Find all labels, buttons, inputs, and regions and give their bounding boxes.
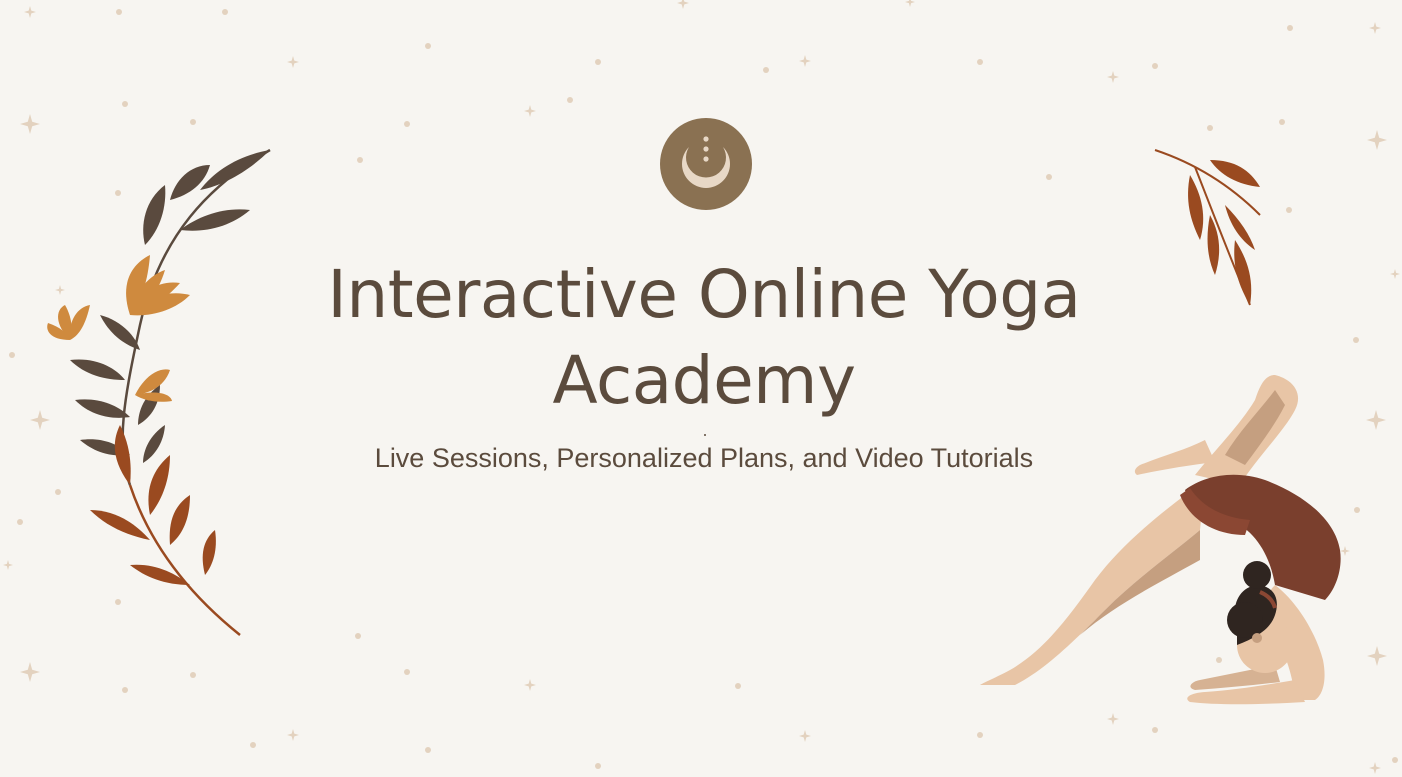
sparkle-dot: [1046, 174, 1052, 180]
sparkle-star: [287, 729, 299, 741]
sparkle-star: [524, 105, 536, 117]
sparkle-star: [20, 114, 40, 134]
sparkle-star: [1366, 410, 1386, 430]
sparkle-star: [905, 0, 915, 7]
sparkle-dot: [977, 59, 983, 65]
slide-canvas: Interactive Online Yoga Academy Live Ses…: [0, 0, 1402, 777]
sparkle-dot: [1279, 119, 1285, 125]
floral-branch-icon: [47, 148, 271, 636]
sparkle-star: [1367, 130, 1387, 150]
sparkle-dot: [763, 67, 769, 73]
sparkle-star: [20, 662, 40, 682]
sparkle-dot: [1207, 125, 1213, 131]
sparkle-star: [799, 730, 811, 742]
sparkle-dot: [116, 9, 122, 15]
sparkle-dot: [1286, 207, 1292, 213]
sparkle-dot: [1392, 757, 1398, 763]
sparkle-star: [287, 56, 299, 68]
sparkle-star: [3, 560, 13, 570]
sparkle-dot: [355, 633, 361, 639]
sparkle-dot: [17, 519, 23, 525]
sparkle-dot: [222, 9, 228, 15]
sparkle-star: [799, 55, 811, 67]
sparkle-dot: [1152, 727, 1158, 733]
moon-logo-icon: [660, 118, 752, 210]
sparkle-dot: [595, 59, 601, 65]
sparkle-star: [1367, 646, 1387, 666]
sparkle-star: [24, 6, 36, 18]
sparkle-dot: [357, 157, 363, 163]
sparkle-dot: [404, 121, 410, 127]
sparkle-dot: [425, 747, 431, 753]
sparkle-dot: [1287, 25, 1293, 31]
sparkle-dot: [977, 732, 983, 738]
sparkle-dot: [250, 742, 256, 748]
sparkle-dot: [122, 101, 128, 107]
sparkle-star: [1369, 22, 1381, 34]
sparkle-star: [677, 0, 689, 9]
sparkle-dot: [404, 669, 410, 675]
yoga-pose-illustration: [980, 375, 1341, 705]
separator-dot: [704, 434, 706, 436]
leaf-branch-icon: [1154, 149, 1261, 306]
sparkle-dot: [425, 43, 431, 49]
sparkle-star: [524, 679, 536, 691]
sparkle-dot: [190, 119, 196, 125]
sparkle-dot: [190, 672, 196, 678]
sparkle-star: [1369, 762, 1381, 774]
sparkle-star: [1390, 269, 1400, 279]
sparkle-dot: [595, 763, 601, 769]
sparkle-dot: [9, 352, 15, 358]
sparkle-dot: [567, 97, 573, 103]
sparkle-dot: [1353, 337, 1359, 343]
sparkle-star: [1107, 71, 1119, 83]
sparkle-dot: [735, 683, 741, 689]
sparkle-dot: [122, 687, 128, 693]
sparkle-dot: [1152, 63, 1158, 69]
